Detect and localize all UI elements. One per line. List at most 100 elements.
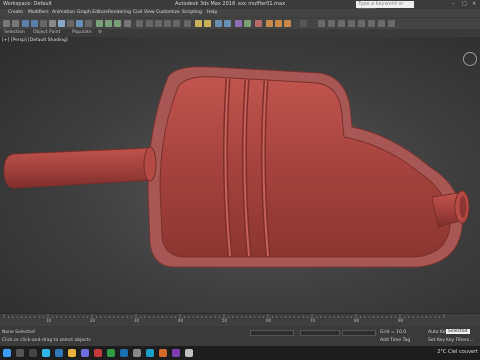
grid-readout: Grid = 10,0 xyxy=(380,330,407,335)
key-set-dropdown[interactable]: Selected xyxy=(446,329,470,334)
app-icon[interactable] xyxy=(81,349,89,357)
render-icon[interactable] xyxy=(284,20,291,27)
explorer-icon[interactable] xyxy=(55,349,63,357)
perspective-viewport[interactable]: [+] [Persp] [Default Shading] xyxy=(0,37,480,313)
system-tray: 2°C Ciel couvert xyxy=(437,349,478,355)
ribbon-tab-selection[interactable]: Selection xyxy=(4,30,25,35)
file-name: exc muffler01.max xyxy=(238,1,286,7)
menu-animation[interactable]: Animation xyxy=(52,10,75,15)
app-icon[interactable] xyxy=(120,349,128,357)
minimize-button[interactable]: – xyxy=(452,1,455,7)
link-icon[interactable] xyxy=(22,20,29,27)
close-button[interactable]: × xyxy=(472,1,476,7)
timeline-label: 90 xyxy=(398,318,404,323)
toolbar-button[interactable] xyxy=(348,20,355,27)
add-time-tag-button[interactable]: Add Time Tag xyxy=(380,338,410,343)
align-icon[interactable] xyxy=(204,20,211,27)
search-input[interactable]: Type a keyword or phrase xyxy=(356,1,414,13)
app-icon[interactable] xyxy=(107,349,115,357)
title-bar: Workspace: Default Autodesk 3ds Max 2018… xyxy=(0,0,480,13)
edge-icon[interactable] xyxy=(42,349,50,357)
app-title: Autodesk 3ds Max 2018 xyxy=(175,1,236,7)
inlet-pipe xyxy=(3,147,153,189)
material-editor-icon[interactable] xyxy=(255,20,262,27)
prompt-hint: Click or click-and-drag to select object… xyxy=(2,338,91,343)
menu-help[interactable]: Help xyxy=(207,10,217,15)
named-selection-icon[interactable] xyxy=(184,20,191,27)
toolbar-button[interactable] xyxy=(378,20,385,27)
coordinate-y-field[interactable] xyxy=(342,330,376,336)
ribbon-tabs: Selection Object Paint Populate ⚙ xyxy=(0,29,480,37)
snap-icon[interactable] xyxy=(146,20,153,27)
bind-icon[interactable] xyxy=(40,20,47,27)
app-icon[interactable] xyxy=(185,349,193,357)
toolbar-button[interactable] xyxy=(388,20,395,27)
key-filters-button[interactable]: Key Filters... xyxy=(446,338,473,343)
coordinate-x-field[interactable] xyxy=(300,330,340,336)
timeline-label: 30 xyxy=(134,318,140,323)
angle-snap-icon[interactable] xyxy=(155,20,162,27)
toolbar-button[interactable] xyxy=(338,20,345,27)
menu-customize[interactable]: Customize xyxy=(156,10,180,15)
workspace-selector[interactable]: Workspace: Default xyxy=(3,1,52,7)
render-frame-icon[interactable] xyxy=(275,20,282,27)
move-icon[interactable] xyxy=(96,20,103,27)
pivot-icon[interactable] xyxy=(136,20,143,27)
scale-icon[interactable] xyxy=(114,20,121,27)
app-icon[interactable] xyxy=(133,349,141,357)
menu-modifiers[interactable]: Modifiers xyxy=(28,10,49,15)
schematic-view-icon[interactable] xyxy=(244,20,251,27)
menu-scripting[interactable]: Scripting xyxy=(182,10,202,15)
timeline-label: 10 xyxy=(46,318,52,323)
ribbon-tab-object-paint[interactable]: Object Paint xyxy=(33,30,60,35)
search-icon[interactable] xyxy=(16,349,24,357)
unlink-icon[interactable] xyxy=(31,20,38,27)
muffler-model[interactable] xyxy=(0,37,480,313)
render-setup-icon[interactable] xyxy=(266,20,273,27)
app-icon[interactable] xyxy=(172,349,180,357)
timeline-label: 50 xyxy=(222,318,228,323)
percent-snap-icon[interactable] xyxy=(164,20,171,27)
viewport-label[interactable]: [+] [Persp] [Default Shading] xyxy=(2,38,68,43)
toolbar-button[interactable] xyxy=(368,20,375,27)
task-view-icon[interactable] xyxy=(29,349,37,357)
select-by-name-icon[interactable] xyxy=(67,20,74,27)
toolbar-button[interactable] xyxy=(318,20,325,27)
window-crossing-icon[interactable] xyxy=(85,20,92,27)
redo-icon[interactable] xyxy=(12,20,19,27)
muffler-body xyxy=(159,76,451,258)
app-icon[interactable] xyxy=(94,349,102,357)
menu-civil-view[interactable]: Civil View xyxy=(133,10,155,15)
curve-editor-icon[interactable] xyxy=(235,20,242,27)
menu-create[interactable]: Create xyxy=(8,10,23,15)
select-icon[interactable] xyxy=(58,20,65,27)
windows-start-icon[interactable] xyxy=(3,349,11,357)
chrome-icon[interactable] xyxy=(68,349,76,357)
spinner-snap-icon[interactable] xyxy=(173,20,180,27)
view-dropdown[interactable] xyxy=(124,20,131,27)
ribbon-options-icon[interactable]: ⚙ xyxy=(98,30,102,35)
rotate-icon[interactable] xyxy=(105,20,112,27)
viewcube-icon[interactable] xyxy=(463,52,477,66)
maximize-button[interactable]: □ xyxy=(462,1,467,7)
app-icon[interactable] xyxy=(159,349,167,357)
inlet-pipe-collar xyxy=(143,146,157,182)
region-select-icon[interactable] xyxy=(76,20,83,27)
weather-desc: Ciel couvert xyxy=(448,349,478,355)
scene-explorer-icon[interactable] xyxy=(224,20,231,27)
all-filter-dropdown[interactable] xyxy=(49,20,56,27)
mirror-icon[interactable] xyxy=(195,20,202,27)
menu-rendering[interactable]: Rendering xyxy=(108,10,131,15)
set-key-button[interactable]: Set Key xyxy=(428,338,445,343)
timeline-label: 40 xyxy=(178,318,184,323)
undo-icon[interactable] xyxy=(3,20,10,27)
menu-bar: Create Modifiers Animation Graph Editors… xyxy=(0,9,480,17)
3dsmax-icon[interactable] xyxy=(146,349,154,357)
toolbar-button[interactable] xyxy=(328,20,335,27)
menu-graph-editors[interactable]: Graph Editors xyxy=(77,10,108,15)
playback-controls[interactable] xyxy=(250,330,294,336)
toolbar-button[interactable] xyxy=(358,20,365,27)
layer-explorer-icon[interactable] xyxy=(215,20,222,27)
ribbon-tab-populate[interactable]: Populate xyxy=(72,30,92,35)
weather-temp: 2°C xyxy=(437,349,447,355)
